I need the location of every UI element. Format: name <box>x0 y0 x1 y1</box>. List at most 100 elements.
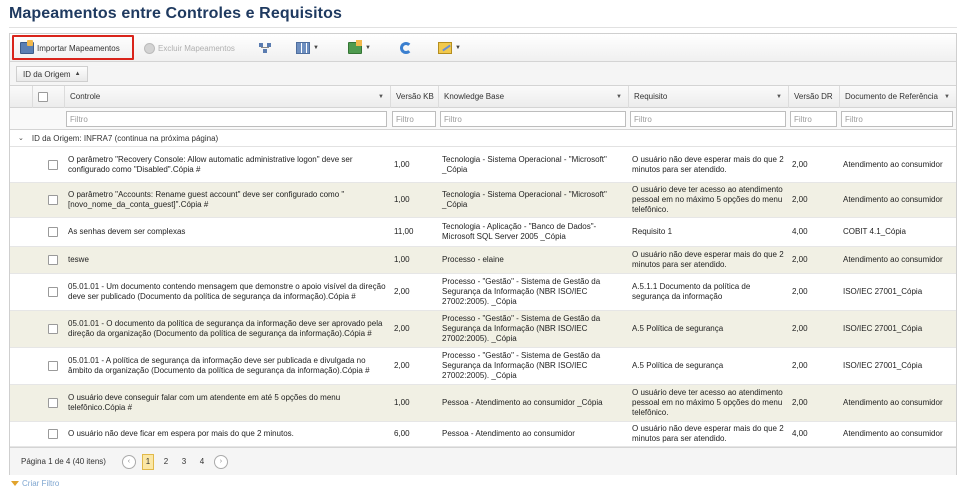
row-checkbox[interactable] <box>48 398 58 408</box>
cell-knowledge-base: Processo - "Gestão" - Sistema de Gestão … <box>442 314 601 343</box>
table-row[interactable]: teswe 1,00 Processo - elaine O usuário n… <box>10 247 956 274</box>
page-button-1[interactable]: 1 <box>141 453 154 470</box>
header-documento[interactable]: Documento de Referência ▼ <box>839 86 956 108</box>
cell-controle: 05.01.01 - A política de segurança da in… <box>68 356 370 375</box>
table-row[interactable]: 05.01.01 - Um documento contendo mensage… <box>10 274 956 311</box>
hierarchy-icon <box>258 42 272 54</box>
filter-controle <box>66 111 387 127</box>
table-row[interactable]: O usuário deve conseguir falar com um at… <box>10 385 956 422</box>
row-checkbox[interactable] <box>48 255 58 265</box>
header-versao-dr[interactable]: Versão DR <box>788 86 839 108</box>
filter-versao-kb-input[interactable] <box>392 111 436 127</box>
pager: Página 1 de 4 (40 itens) ‹ 1 2 3 4 › <box>10 447 956 475</box>
cell-controle: 05.01.01 - O documento da política de se… <box>68 319 383 338</box>
chevron-down-icon[interactable]: ▼ <box>776 86 782 108</box>
create-filter-link[interactable]: Criar Filtro <box>11 479 59 488</box>
cell-controle: O usuário deve conseguir falar com um at… <box>68 393 341 412</box>
row-checkbox[interactable] <box>48 287 58 297</box>
columns-button[interactable]: ▼ <box>292 37 323 59</box>
cell-versao-kb: 1,00 <box>394 255 410 264</box>
table-row[interactable]: O parâmetro "Accounts: Rename guest acco… <box>10 183 956 218</box>
header-select-all[interactable] <box>32 86 64 108</box>
export-icon <box>348 40 362 54</box>
filter-knowledge-base-input[interactable] <box>440 111 626 127</box>
cell-versao-kb: 2,00 <box>394 324 410 333</box>
row-checkbox[interactable] <box>48 227 58 237</box>
row-checkbox[interactable] <box>48 429 58 439</box>
chevron-down-icon[interactable]: ▼ <box>944 86 950 108</box>
cell-versao-kb: 1,00 <box>394 159 410 169</box>
toolbar: Importar Mapeamentos Excluir Mapeamentos… <box>10 34 956 62</box>
hierarchy-button[interactable] <box>254 37 276 59</box>
cell-knowledge-base: Processo - "Gestão" - Sistema de Gestão … <box>442 277 601 306</box>
group-panel: ID da Origem ▲ <box>10 62 956 86</box>
row-checkbox[interactable] <box>48 361 58 371</box>
cell-documento: Atendimento ao consumidor <box>843 159 943 169</box>
next-page-button[interactable]: › <box>213 454 228 469</box>
cell-versao-kb: 1,00 <box>394 398 410 407</box>
create-filter-label: Criar Filtro <box>22 479 60 488</box>
cell-requisito: O usuário deve ter acesso ao atendimento… <box>632 185 783 214</box>
select-all-checkbox[interactable] <box>38 92 48 102</box>
delete-mappings-button[interactable]: Excluir Mapeamentos <box>140 37 239 59</box>
chevron-down-icon[interactable]: ⌄ <box>18 134 24 142</box>
group-header-row[interactable]: ⌄ ID da Origem: INFRA7 (continua na próx… <box>10 130 956 147</box>
cell-knowledge-base: Tecnologia - Sistema Operacional - "Micr… <box>442 154 607 174</box>
page-title: Mapeamentos entre Controles e Requisitos <box>9 5 342 22</box>
header-requisito[interactable]: Requisito ▼ <box>628 86 788 108</box>
group-chip-id-origem[interactable]: ID da Origem ▲ <box>16 66 88 82</box>
chevron-down-icon[interactable]: ▼ <box>616 86 622 108</box>
funnel-icon <box>11 481 19 486</box>
edit-icon <box>438 42 452 54</box>
header-versao-kb-label: Versão KB <box>396 92 434 101</box>
header-knowledge-base[interactable]: Knowledge Base ▼ <box>438 86 628 108</box>
filter-controle-input[interactable] <box>66 111 387 127</box>
refresh-icon <box>400 42 412 54</box>
cell-requisito: O usuário deve ter acesso ao atendimento… <box>632 388 783 417</box>
table-row[interactable]: 05.01.01 - O documento da política de se… <box>10 311 956 348</box>
cell-requisito: A.5 Política de segurança <box>632 324 724 333</box>
cell-versao-dr: 2,00 <box>792 255 808 264</box>
header-versao-kb[interactable]: Versão KB <box>390 86 438 108</box>
cell-versao-kb: 1,00 <box>394 195 410 204</box>
row-checkbox[interactable] <box>48 324 58 334</box>
header-controle[interactable]: Controle ▼ <box>64 86 390 108</box>
table-row[interactable]: O usuário não deve ficar em espera por m… <box>10 422 956 447</box>
columns-icon <box>296 42 310 54</box>
header-knowledge-base-label: Knowledge Base <box>444 92 505 101</box>
filter-requisito <box>630 111 786 127</box>
export-button[interactable]: ▼ <box>344 37 375 59</box>
cell-knowledge-base: Processo - elaine <box>442 255 504 264</box>
page-button-2[interactable]: 2 <box>160 454 172 470</box>
cell-controle: O parâmetro "Accounts: Rename guest acco… <box>68 190 345 209</box>
cell-versao-kb: 2,00 <box>394 361 410 370</box>
chevron-down-icon: ▼ <box>365 45 371 51</box>
table-row[interactable]: O parâmetro "Recovery Console: Allow aut… <box>10 147 956 183</box>
refresh-button[interactable] <box>396 37 416 59</box>
cell-versao-dr: 2,00 <box>792 324 808 333</box>
filter-row <box>10 108 956 130</box>
filter-requisito-input[interactable] <box>630 111 786 127</box>
page-button-3[interactable]: 3 <box>178 454 190 470</box>
cell-versao-dr: 4,00 <box>792 227 808 236</box>
cell-requisito: O usuário não deve esperar mais do que 2… <box>632 250 784 269</box>
page-button-4[interactable]: 4 <box>196 454 208 470</box>
row-checkbox[interactable] <box>48 195 58 205</box>
table-row[interactable]: As senhas devem ser complexas 11,00 Tecn… <box>10 218 956 247</box>
filter-versao-dr-input[interactable] <box>790 111 837 127</box>
cell-versao-kb: 6,00 <box>394 429 410 438</box>
prev-page-button[interactable]: ‹ <box>121 454 136 469</box>
table-row[interactable]: 05.01.01 - A política de segurança da in… <box>10 348 956 385</box>
row-checkbox[interactable] <box>48 159 58 170</box>
group-header-label: ID da Origem: INFRA7 (continua na próxim… <box>31 133 219 143</box>
cell-documento: Atendimento ao consumidor <box>843 255 943 264</box>
chevron-down-icon[interactable]: ▼ <box>378 86 384 108</box>
edit-menu-button[interactable]: ▼ <box>434 37 465 59</box>
cell-versao-dr: 2,00 <box>792 361 808 370</box>
cell-knowledge-base: Pessoa - Atendimento ao consumidor <box>442 429 575 438</box>
cell-versao-dr: 2,00 <box>792 398 808 407</box>
header-versao-dr-label: Versão DR <box>794 92 833 101</box>
cell-controle: 05.01.01 - Um documento contendo mensage… <box>68 282 386 301</box>
filter-documento-input[interactable] <box>841 111 953 127</box>
cell-documento: ISO/IEC 27001_Cópia <box>843 361 923 370</box>
